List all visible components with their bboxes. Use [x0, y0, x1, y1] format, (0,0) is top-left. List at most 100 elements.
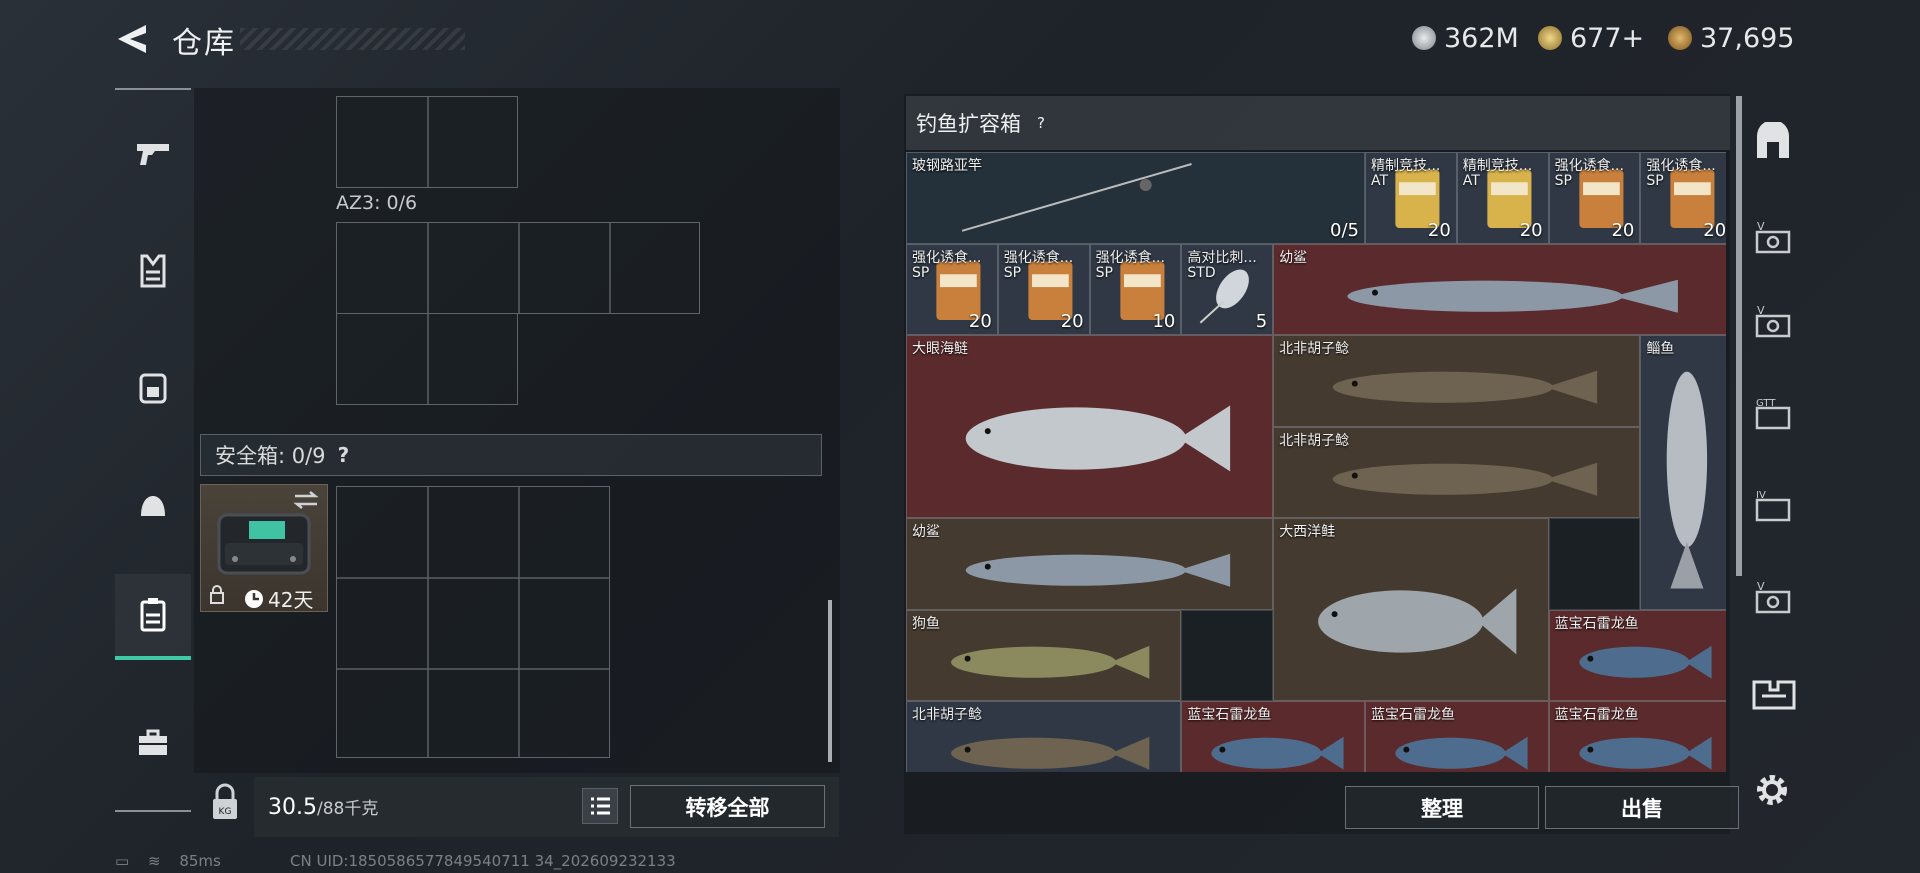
item-name: 蓝宝石雷龙鱼	[1554, 615, 1639, 632]
back-arrow-icon[interactable]	[116, 22, 150, 56]
left-scrollbar[interactable]	[828, 600, 832, 762]
item-catfish[interactable]: 北非胡子鲶	[906, 701, 1182, 772]
currency-value: 362M	[1444, 22, 1519, 54]
item-name: 蓝宝石雷龙鱼	[1371, 707, 1455, 723]
item-pike[interactable]: 狗鱼	[906, 609, 1182, 701]
item-name: 北非胡子鲶	[1279, 432, 1350, 449]
clock-icon	[245, 589, 263, 608]
ping-value: 85ms	[179, 852, 221, 870]
item-bait-orange[interactable]: 强化诱食... SP 10	[1089, 243, 1182, 335]
item-snakehead[interactable]: 蓝宝石雷龙鱼	[1365, 701, 1549, 772]
transfer-all-button[interactable]: 转移全部	[630, 785, 825, 828]
item-name: 强化诱食...	[1003, 249, 1074, 266]
item-rod[interactable]: 玻钢路亚竿 0/5	[906, 152, 1365, 244]
item-name: 大西洋鲑	[1279, 524, 1336, 540]
item-count: 20	[1611, 219, 1635, 241]
item-count: 10	[1152, 311, 1176, 332]
az3-grid-row2	[336, 313, 518, 405]
item-snakehead[interactable]: 蓝宝石雷龙鱼	[1548, 609, 1726, 701]
item-name: 强化诱食...	[1095, 249, 1165, 266]
gear-icon[interactable]	[1752, 770, 1792, 810]
item-name: 精制竞技...	[1371, 158, 1441, 174]
weight-current: 30.5	[268, 795, 317, 820]
item-bait-orange[interactable]: 强化诱食... SP 20	[1548, 152, 1641, 244]
salmon-icon	[1274, 519, 1547, 700]
item-grade: STD	[1187, 264, 1216, 281]
help-icon[interactable]: ?	[1037, 114, 1045, 132]
page-title: 仓库	[172, 26, 236, 61]
category-nav	[115, 88, 191, 812]
item-bait-yellow[interactable]: 精制竞技... AT 20	[1365, 152, 1457, 244]
safe-box-label: 安全箱: 0/9	[215, 444, 326, 468]
item-name: 强化诱食...	[1646, 158, 1716, 174]
item-snakehead[interactable]: 蓝宝石雷龙鱼	[1548, 701, 1726, 772]
item-bait-orange[interactable]: 强化诱食... SP 20	[997, 243, 1090, 335]
shark-icon	[907, 519, 1272, 609]
item-count: 5	[1255, 311, 1268, 332]
sell-button[interactable]: 出售	[1545, 786, 1739, 829]
nav-item-vest[interactable]	[115, 228, 191, 314]
item-catfish[interactable]: 北非胡子鲶	[1273, 335, 1641, 427]
item-name: 北非胡子鲶	[912, 707, 982, 723]
item-count: 20	[1519, 219, 1543, 241]
rail-item-gtt-ticket[interactable]: GTT	[1745, 386, 1801, 442]
item-name: 蓝宝石雷龙鱼	[1554, 707, 1639, 723]
svg-text:GTT: GTT	[1756, 398, 1776, 409]
currency-value: 37,695	[1700, 22, 1795, 54]
item-bait-orange[interactable]: 强化诱食... SP 20	[1640, 152, 1726, 244]
item-bait-orange[interactable]: 强化诱食... SP 20	[906, 243, 998, 335]
item-tarpon[interactable]: 大眼海鲢	[906, 335, 1274, 518]
item-name: 幼鲨	[912, 524, 940, 540]
rail-item-voucher[interactable]: V	[1745, 294, 1801, 350]
item-name: 大眼海鲢	[912, 341, 968, 357]
shark-icon	[1274, 245, 1726, 335]
voucher-icon: V	[1755, 304, 1791, 338]
fishing-box-header: 钓鱼扩容箱 ?	[906, 96, 1730, 150]
sort-button[interactable]: 整理	[1345, 786, 1539, 829]
help-icon[interactable]: ?	[338, 443, 350, 467]
item-spoon-lure[interactable]: 高对比刺... STD 5	[1181, 243, 1274, 335]
currency-value: 677+	[1570, 22, 1645, 54]
exit-icon	[1757, 122, 1789, 158]
nav-item-helmet[interactable]	[115, 464, 191, 550]
nav-item-container[interactable]	[115, 574, 191, 660]
item-shark[interactable]: 幼鲨	[1273, 243, 1726, 335]
swap-icon[interactable]	[293, 491, 319, 509]
tarpon-icon	[907, 336, 1272, 517]
safe-box-duration: 42天	[244, 584, 313, 613]
currency-silver: 362M	[1412, 20, 1519, 56]
nav-item-backpack[interactable]	[115, 344, 191, 430]
item-grade: AT	[1462, 173, 1480, 189]
item-bait-yellow[interactable]: 精制竞技... AT 20	[1456, 152, 1549, 244]
iv-ticket-icon: IV	[1755, 490, 1791, 522]
rail-item-exit[interactable]	[1745, 114, 1801, 170]
helmet-icon	[141, 496, 165, 516]
fishing-box-grid: 玻钢路亚竿 0/5 精制竞技... AT 20 精制竞技... AT 20 强化诱食... SP 2…	[906, 152, 1726, 772]
item-snakehead[interactable]: 蓝宝石雷龙鱼	[1181, 701, 1365, 772]
right-icon-rail: V V GTT IV V	[1745, 90, 1801, 650]
weight-display: 30.5/88千克	[268, 794, 378, 820]
item-name: 狗鱼	[912, 615, 940, 632]
nav-item-case[interactable]	[115, 700, 191, 786]
item-catfish[interactable]: 北非胡子鲶	[1273, 426, 1641, 518]
rail-item-voucher[interactable]: V	[1745, 570, 1801, 626]
item-mullet[interactable]: 鲻鱼	[1640, 335, 1726, 610]
mullet-icon	[1641, 336, 1726, 609]
item-name: 高对比刺...	[1187, 249, 1257, 266]
nav-item-weapons[interactable]	[115, 110, 191, 196]
rail-item-iv-ticket[interactable]: IV	[1745, 478, 1801, 534]
kit-icon	[1752, 680, 1796, 710]
nav-divider	[115, 810, 191, 812]
rail-item-voucher[interactable]: V	[1745, 210, 1801, 266]
right-scrollbar[interactable]	[1736, 96, 1742, 576]
safe-box-grid	[336, 486, 610, 758]
weight-lock-icon[interactable]: KG	[203, 777, 247, 833]
wifi-icon: ≋	[147, 852, 161, 870]
item-salmon[interactable]: 大西洋鲑	[1273, 518, 1549, 701]
item-count: 20	[1060, 311, 1084, 332]
item-grade: SP	[912, 264, 930, 281]
rail-item-kit[interactable]	[1748, 672, 1800, 718]
list-view-button[interactable]	[582, 788, 618, 824]
nav-divider	[115, 88, 191, 90]
item-shark[interactable]: 幼鲨	[906, 518, 1274, 610]
